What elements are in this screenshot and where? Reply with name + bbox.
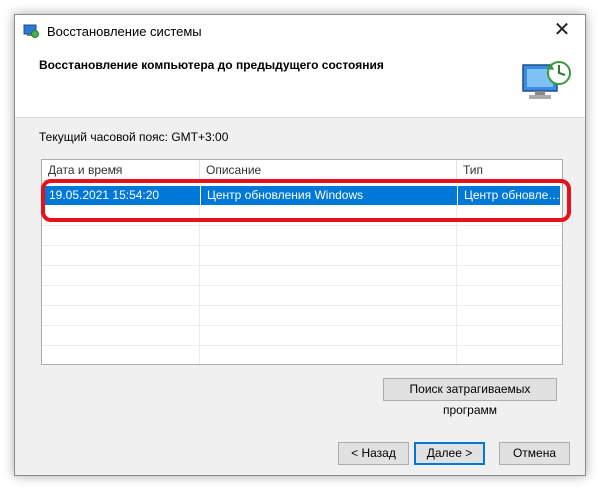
column-header-description[interactable]: Описание bbox=[199, 160, 456, 180]
grid-line bbox=[42, 345, 562, 346]
back-button[interactable]: < Назад bbox=[338, 442, 409, 465]
grid-line bbox=[42, 285, 562, 286]
grid-line bbox=[42, 265, 562, 266]
system-restore-icon bbox=[522, 61, 571, 99]
wizard-header-title: Восстановление компьютера до предыдущего… bbox=[39, 58, 384, 72]
title-bar[interactable]: Восстановление системы ✕ bbox=[15, 15, 585, 47]
next-button[interactable]: Далее > bbox=[414, 442, 485, 465]
grid-line bbox=[42, 325, 562, 326]
search-affected-programs-button[interactable]: Поиск затрагиваемых программ bbox=[383, 378, 557, 417]
grid-line bbox=[42, 305, 562, 306]
grid-line bbox=[42, 245, 562, 246]
close-button[interactable]: ✕ bbox=[539, 15, 585, 47]
system-restore-window: Восстановление системы ✕ Восстановление … bbox=[14, 14, 586, 476]
grid-line bbox=[42, 225, 562, 226]
close-icon: ✕ bbox=[553, 19, 571, 41]
sort-arrow-icon: ˅ bbox=[114, 164, 120, 174]
highlight-annotation bbox=[41, 179, 571, 222]
column-header-date[interactable]: Дата и время ˅ bbox=[42, 160, 198, 180]
wizard-header: Восстановление компьютера до предыдущего… bbox=[15, 47, 585, 118]
system-restore-app-icon bbox=[23, 24, 39, 38]
column-header-type[interactable]: Тип bbox=[456, 160, 562, 180]
timezone-label: Текущий часовой пояс: GMT+3:00 bbox=[39, 130, 229, 144]
window-title: Восстановление системы bbox=[47, 24, 202, 39]
table-header: Дата и время ˅ Описание Тип bbox=[42, 160, 562, 181]
cancel-button[interactable]: Отмена bbox=[499, 442, 570, 465]
